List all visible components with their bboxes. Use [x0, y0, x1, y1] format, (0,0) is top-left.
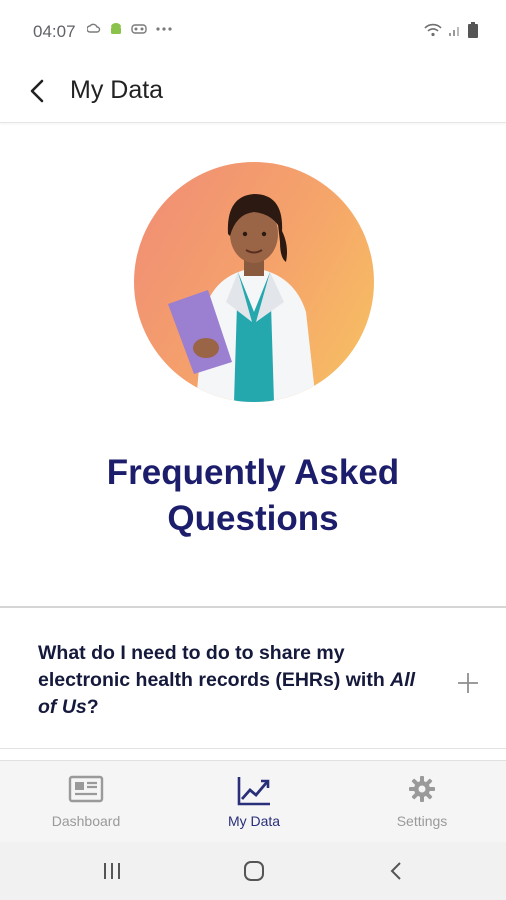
chevron-left-icon [30, 79, 44, 103]
android-icon [111, 23, 121, 34]
cloud-sync-icon [87, 23, 101, 33]
faq-title-line2: Questions [167, 499, 339, 538]
bottom-tab-bar: Dashboard My Data Settings [0, 760, 506, 843]
system-nav-bar [0, 842, 506, 900]
faq-question-suffix: ? [86, 696, 99, 718]
tab-label: Settings [396, 813, 448, 829]
doctor-illustration [134, 162, 374, 402]
faq-question-text: What do I need to do to share my electro… [38, 642, 391, 691]
signal-icon [449, 27, 459, 36]
faq-item[interactable]: What do I need to do to share my electro… [0, 608, 506, 748]
tab-label: My Data [227, 813, 281, 829]
recent-apps-icon [104, 863, 120, 879]
plus-icon[interactable] [455, 670, 481, 696]
back-icon [390, 862, 401, 880]
faq-title: Frequently Asked Questions [0, 450, 506, 542]
status-time: 04:07 [33, 22, 76, 41]
home-icon [244, 861, 264, 881]
divider [0, 748, 506, 749]
status-icons-left [87, 22, 173, 36]
more-dots-icon [156, 27, 172, 31]
faq-question: What do I need to do to share my electro… [38, 640, 433, 721]
back-button[interactable] [20, 74, 54, 108]
doctor-icon [168, 194, 316, 402]
status-icons-right [424, 22, 478, 38]
vr-icon [131, 24, 147, 34]
trend-chart-icon [237, 777, 270, 806]
page-title: My Data [70, 76, 164, 104]
wifi-icon [424, 23, 442, 37]
battery-icon [468, 22, 478, 38]
status-bar: 04:07 [0, 0, 506, 62]
recent-apps-button[interactable] [92, 856, 132, 886]
gear-icon [409, 776, 435, 802]
faq-title-line1: Frequently Asked [106, 453, 400, 492]
system-back-button[interactable] [376, 856, 416, 886]
tab-label: Dashboard [51, 813, 121, 829]
tab-settings[interactable]: Settings [338, 761, 506, 843]
tab-my-data[interactable]: My Data [170, 761, 338, 843]
app-header: My Data [0, 62, 506, 123]
tab-dashboard[interactable]: Dashboard [2, 761, 170, 843]
home-button[interactable] [234, 856, 274, 886]
newspaper-icon [68, 775, 104, 803]
